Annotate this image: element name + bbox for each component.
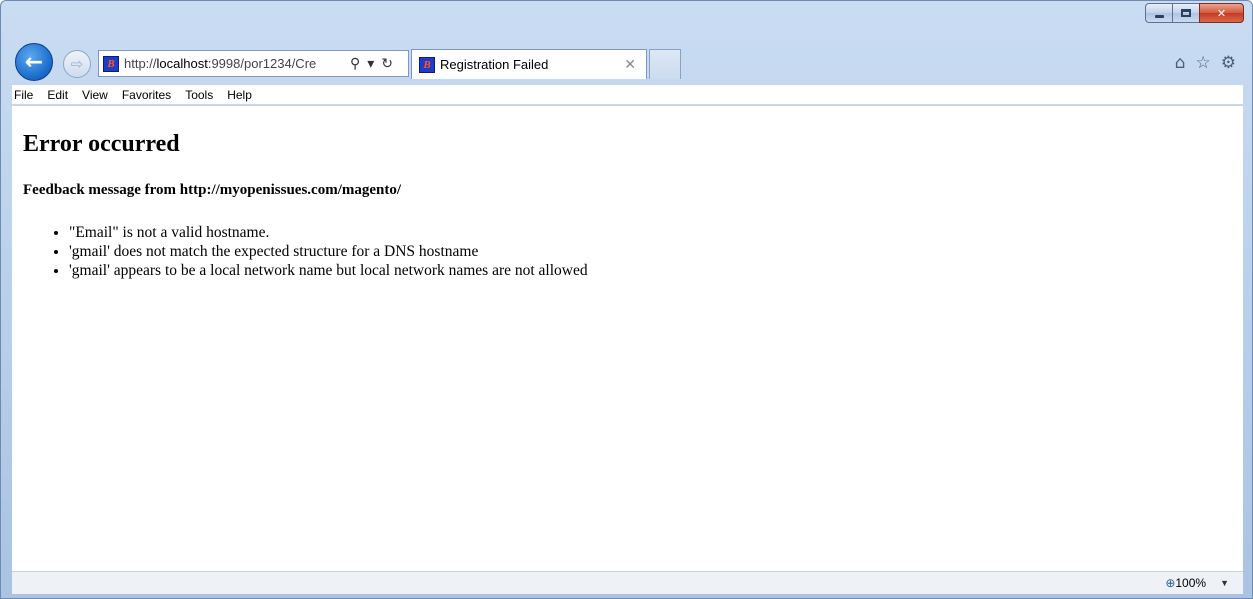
address-bar[interactable]: B http://localhost:9998/por1234/Cre ⚲ ▾ … [98,50,409,77]
page-title: Error occurred [23,131,180,157]
address-host: localhost [156,56,208,71]
error-list: "Email" is not a valid hostname. 'gmail'… [23,223,1243,280]
tab-title: Registration Failed [440,57,549,72]
dropdown-icon[interactable]: ▾ [367,55,374,72]
menu-edit[interactable]: Edit [40,88,75,102]
menu-help[interactable]: Help [220,88,259,102]
menu-tools[interactable]: Tools [178,88,220,102]
settings-gear-icon[interactable]: ⚙ [1221,53,1236,73]
forward-arrow-icon: ⇨ [70,55,84,73]
toolbar-icons: ⌂ ☆ ⚙ [1175,53,1236,73]
tab-favicon-icon: B [419,56,435,73]
browser-window: ✕ ← ⇨ B http://localhost:9998/por1234/Cr… [0,0,1253,599]
address-rest: :9998/por1234/Cre [207,56,317,71]
zoom-display: ⊕100% [1165,576,1206,590]
site-favicon-icon: B [103,55,119,72]
minimize-icon [1154,14,1164,18]
address-bar-actions: ⚲ ▾ ↻ [350,55,393,72]
address-prefix: http:// [124,56,157,71]
zoom-icon: ⊕ [1165,576,1176,590]
status-bar: ⊕100% ▼ [12,571,1243,594]
menu-favorites[interactable]: Favorites [115,88,178,102]
back-arrow-icon: ← [24,49,44,75]
error-item: 'gmail' appears to be a local network na… [69,261,1243,280]
address-text[interactable]: http://localhost:9998/por1234/Cre [124,56,344,71]
zoom-dropdown-icon[interactable]: ▼ [1220,578,1229,588]
search-icon[interactable]: ⚲ [350,55,360,72]
close-tab-icon[interactable]: ✕ [624,56,636,73]
error-item: "Email" is not a valid hostname. [69,223,1243,242]
error-item: 'gmail' does not match the expected stru… [69,242,1243,261]
menu-view[interactable]: View [75,88,115,102]
close-window-button[interactable]: ✕ [1199,3,1244,23]
refresh-icon[interactable]: ↻ [381,55,393,72]
close-window-icon: ✕ [1216,6,1227,20]
minimize-button[interactable] [1145,3,1172,23]
maximize-button[interactable] [1172,3,1199,23]
zoom-level: 100% [1175,576,1207,590]
forward-button[interactable]: ⇨ [63,50,91,78]
favorites-star-icon[interactable]: ☆ [1196,53,1211,73]
menu-bar: File Edit View Favorites Tools Help [12,85,1243,105]
window-caption-buttons: ✕ [1145,3,1244,23]
zoom-control[interactable]: ⊕100% ▼ [1165,576,1229,590]
back-button[interactable]: ← [15,43,53,81]
new-tab-button[interactable] [649,49,681,79]
maximize-icon [1181,9,1191,17]
feedback-heading: Feedback message from http://myopenissue… [23,182,402,198]
menu-file[interactable]: File [12,88,40,102]
home-icon[interactable]: ⌂ [1175,53,1186,73]
tab-active[interactable]: B Registration Failed ✕ [411,49,647,79]
page-content: Error occurred Feedback message from htt… [12,106,1243,571]
